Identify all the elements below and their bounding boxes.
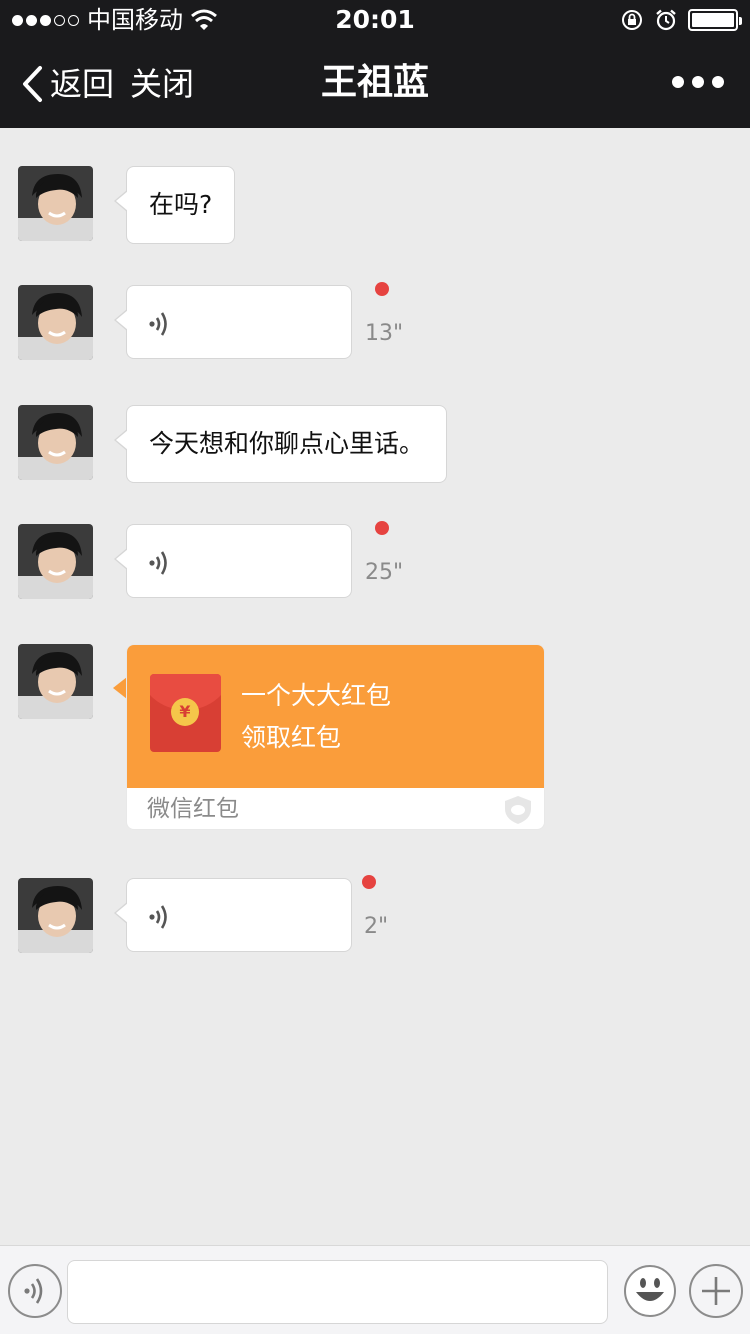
- back-button[interactable]: 返回: [20, 64, 114, 104]
- voice-message-bubble[interactable]: [114, 524, 352, 598]
- status-right: [620, 8, 742, 32]
- red-packet-footer: 微信红包: [127, 788, 544, 829]
- avatar[interactable]: [18, 166, 93, 241]
- voice-duration: 13": [365, 321, 404, 346]
- voice-wave-icon: [149, 312, 167, 336]
- nav-bar: 返回 关闭 王祖蓝: [0, 40, 750, 128]
- voice-duration: 25": [365, 560, 404, 585]
- back-label: 返回: [50, 65, 115, 103]
- red-envelope-icon: ¥: [150, 674, 221, 752]
- voice-message-bubble[interactable]: [114, 878, 352, 952]
- unread-dot: [362, 875, 376, 889]
- chevron-left-icon: [23, 66, 42, 102]
- avatar[interactable]: [18, 524, 93, 599]
- message-input[interactable]: [67, 1260, 608, 1324]
- more-options-icon[interactable]: [672, 76, 724, 88]
- red-packet-card[interactable]: ¥ 一个大大红包 领取红包 微信红包: [126, 644, 545, 830]
- emoji-button[interactable]: [623, 1264, 677, 1318]
- alarm-icon: [656, 9, 676, 31]
- red-packet-action: 领取红包: [241, 723, 342, 752]
- plus-icon: [702, 1277, 730, 1305]
- close-button[interactable]: 关闭: [130, 64, 194, 104]
- message-bubble[interactable]: 在吗?: [113, 166, 236, 244]
- unread-dot: [375, 521, 389, 535]
- avatar[interactable]: [18, 878, 93, 953]
- voice-duration: 2": [364, 914, 389, 939]
- avatar[interactable]: [18, 285, 93, 360]
- red-packet-body: ¥ 一个大大红包 领取红包: [127, 645, 544, 788]
- chat-area: 在吗? 13" 今天想和你聊点心里话。 25" ¥ 一个大大红包 领取红包 微信…: [0, 128, 750, 1245]
- voice-message-bubble[interactable]: [114, 285, 352, 359]
- status-bar: 中国移动 20:01: [0, 0, 750, 40]
- rotation-lock-icon: [622, 10, 642, 30]
- input-bar: [0, 1245, 750, 1334]
- red-packet-arrow: [113, 677, 127, 699]
- unread-dot: [375, 282, 389, 296]
- red-packet-title: 一个大大红包: [241, 681, 392, 710]
- voice-wave-icon: [149, 551, 167, 575]
- message-bubble[interactable]: 今天想和你聊点心里话。: [113, 405, 448, 483]
- voice-icon: [24, 1278, 43, 1304]
- avatar[interactable]: [18, 644, 93, 719]
- battery-icon: [688, 9, 742, 31]
- voice-input-button[interactable]: [8, 1264, 62, 1318]
- shield-icon: [505, 796, 531, 824]
- red-packet-label: 微信红包: [147, 796, 239, 822]
- more-actions-button[interactable]: [689, 1264, 743, 1318]
- avatar[interactable]: [18, 405, 93, 480]
- voice-wave-icon: [149, 905, 167, 929]
